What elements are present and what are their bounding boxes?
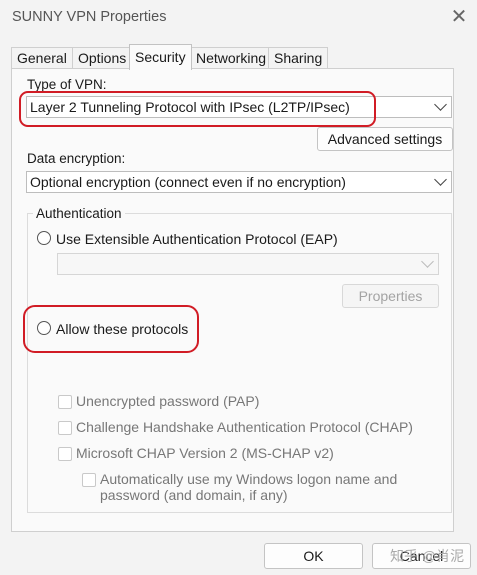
eap-radio[interactable] — [37, 231, 51, 245]
chevron-down-icon — [421, 255, 434, 268]
chevron-down-icon — [434, 173, 447, 186]
vpn-type-label: Type of VPN: — [27, 77, 107, 92]
data-encryption-value: Optional encryption (connect even if no … — [30, 174, 346, 190]
data-encryption-label: Data encryption: — [27, 151, 126, 166]
eap-option-label: Use Extensible Authentication Protocol (… — [56, 231, 338, 247]
watermark: 知乎 @肖泥 — [390, 548, 465, 564]
tab-security[interactable]: Security — [129, 44, 192, 70]
annotation-highlight-vpn-type — [19, 91, 376, 127]
tab-networking[interactable]: Networking — [190, 47, 273, 69]
mschapv2-checkbox[interactable] — [58, 447, 72, 461]
tab-options[interactable]: Options — [72, 47, 133, 69]
advanced-settings-button[interactable]: Advanced settings — [317, 127, 453, 151]
tab-general[interactable]: General — [11, 47, 73, 69]
chap-checkbox[interactable] — [58, 421, 72, 435]
auto-logon-checkbox[interactable] — [82, 473, 96, 487]
auto-logon-label-line2: password (and domain, if any) — [100, 487, 288, 503]
chevron-down-icon — [434, 98, 447, 111]
pap-label: Unencrypted password (PAP) — [76, 393, 260, 409]
ok-button[interactable]: OK — [264, 543, 363, 569]
eap-properties-button[interactable]: Properties — [342, 284, 439, 308]
tab-sharing[interactable]: Sharing — [268, 47, 329, 69]
eap-method-select[interactable] — [57, 253, 439, 275]
authentication-group-title: Authentication — [33, 206, 125, 221]
chap-label: Challenge Handshake Authentication Proto… — [76, 419, 413, 435]
auto-logon-label-line1: Automatically use my Windows logon name … — [100, 471, 398, 487]
annotation-highlight-allow-protocols — [23, 305, 199, 353]
pap-checkbox[interactable] — [58, 395, 72, 409]
close-icon[interactable]: ✕ — [448, 6, 470, 28]
data-encryption-select[interactable]: Optional encryption (connect even if no … — [26, 171, 452, 193]
mschapv2-label: Microsoft CHAP Version 2 (MS-CHAP v2) — [76, 445, 334, 461]
window-title: SUNNY VPN Properties — [12, 9, 167, 25]
